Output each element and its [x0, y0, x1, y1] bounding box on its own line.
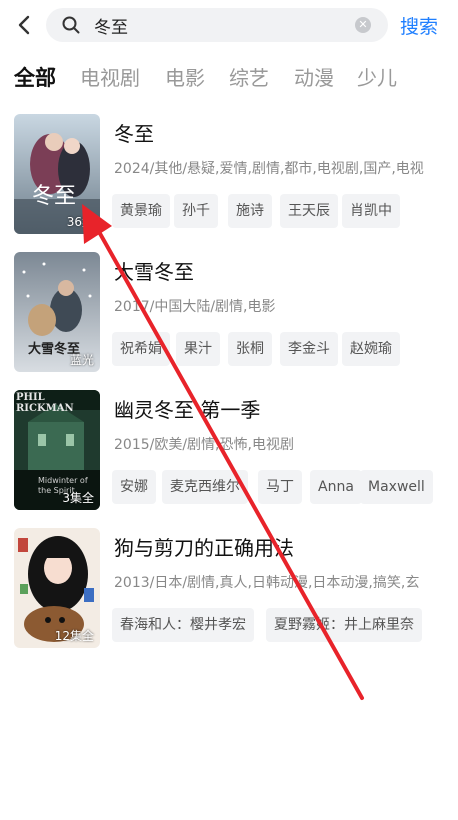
search-box[interactable]: ✕: [46, 8, 388, 42]
chevron-left-icon: [18, 15, 30, 35]
result-meta: 2017/中国大陆/剧情,电影: [114, 299, 276, 315]
tab-variety[interactable]: 综艺: [229, 62, 269, 91]
category-tabs: 全部 电视剧 电影 综艺 动漫 少儿: [0, 62, 458, 98]
result-title[interactable]: 狗与剪刀的正确用法: [114, 532, 294, 561]
tab-kids[interactable]: 少儿: [357, 62, 397, 91]
result-item[interactable]: 大雪冬至 蓝光 大雪冬至 2017/中国大陆/剧情,电影 祝希娟 果汁 张桐 李…: [0, 252, 458, 374]
cast-tag[interactable]: 安娜: [112, 470, 156, 504]
result-title[interactable]: 幽灵冬至 第一季: [114, 394, 260, 423]
cast-tag[interactable]: 春海和人：樱井孝宏: [112, 608, 254, 642]
result-meta: 2024/其他/悬疑,爱情,剧情,都市,电视剧,国产,电视: [114, 161, 424, 177]
cast-tag[interactable]: 孙千: [174, 194, 218, 228]
result-meta: 2013/日本/剧情,真人,日韩动漫,日本动漫,搞笑,玄: [114, 575, 420, 591]
tab-anime[interactable]: 动漫: [294, 62, 334, 91]
result-meta: 2015/欧美/剧情,恐怖,电视剧: [114, 437, 294, 453]
result-title[interactable]: 冬至: [114, 118, 154, 147]
cast-tag[interactable]: 祝希娟: [112, 332, 170, 366]
cast-tag[interactable]: 果汁: [176, 332, 220, 366]
cast-tag[interactable]: 夏野霧姬：井上麻里奈: [266, 608, 422, 642]
cast-tag[interactable]: 麦克西维尔: [162, 470, 248, 504]
episode-badge: 3集全: [62, 491, 94, 505]
cast-tag[interactable]: 王天辰: [280, 194, 338, 228]
poster-image[interactable]: 12集全: [14, 528, 100, 648]
search-icon: [62, 16, 80, 34]
search-button[interactable]: 搜索: [400, 12, 438, 39]
cast-tag[interactable]: 赵婉瑜: [342, 332, 400, 366]
tab-movies[interactable]: 电影: [165, 62, 205, 91]
episode-badge: 12集全: [54, 629, 94, 643]
episode-badge: 36集: [66, 215, 94, 229]
back-button[interactable]: [14, 14, 36, 36]
cast-tag[interactable]: 肖凯中: [342, 194, 400, 228]
result-item[interactable]: PHIL RICKMAN Midwinter of the Spirit 3集全…: [0, 390, 458, 512]
tab-tv-series[interactable]: 电视剧: [80, 62, 140, 91]
result-item[interactable]: 12集全 狗与剪刀的正确用法 2013/日本/剧情,真人,日韩动漫,日本动漫,搞…: [0, 528, 458, 650]
poster-image[interactable]: PHIL RICKMAN Midwinter of the Spirit 3集全: [14, 390, 100, 510]
poster-image[interactable]: 大雪冬至 蓝光: [14, 252, 100, 372]
cast-tag[interactable]: Anna: [310, 470, 362, 504]
poster-image[interactable]: 冬至 36集: [14, 114, 100, 234]
cast-tag[interactable]: 李金斗: [280, 332, 338, 366]
poster-title: 冬至: [32, 184, 77, 209]
cast-tag[interactable]: 马丁: [258, 470, 302, 504]
cast-tag[interactable]: Maxwell: [360, 470, 433, 504]
search-header: ✕ 搜索: [0, 0, 458, 52]
tab-all[interactable]: 全部: [14, 62, 56, 92]
result-title[interactable]: 大雪冬至: [114, 256, 194, 285]
clear-icon[interactable]: ✕: [355, 17, 371, 33]
cast-tag[interactable]: 施诗: [228, 194, 272, 228]
poster-title: PHIL RICKMAN: [16, 392, 74, 414]
result-item[interactable]: 冬至 36集 冬至 2024/其他/悬疑,爱情,剧情,都市,电视剧,国产,电视 …: [0, 114, 458, 236]
cast-tag[interactable]: 黄景瑜: [112, 194, 170, 228]
search-input[interactable]: [94, 15, 344, 35]
quality-badge: 蓝光: [69, 353, 94, 367]
cast-tag[interactable]: 张桐: [228, 332, 272, 366]
